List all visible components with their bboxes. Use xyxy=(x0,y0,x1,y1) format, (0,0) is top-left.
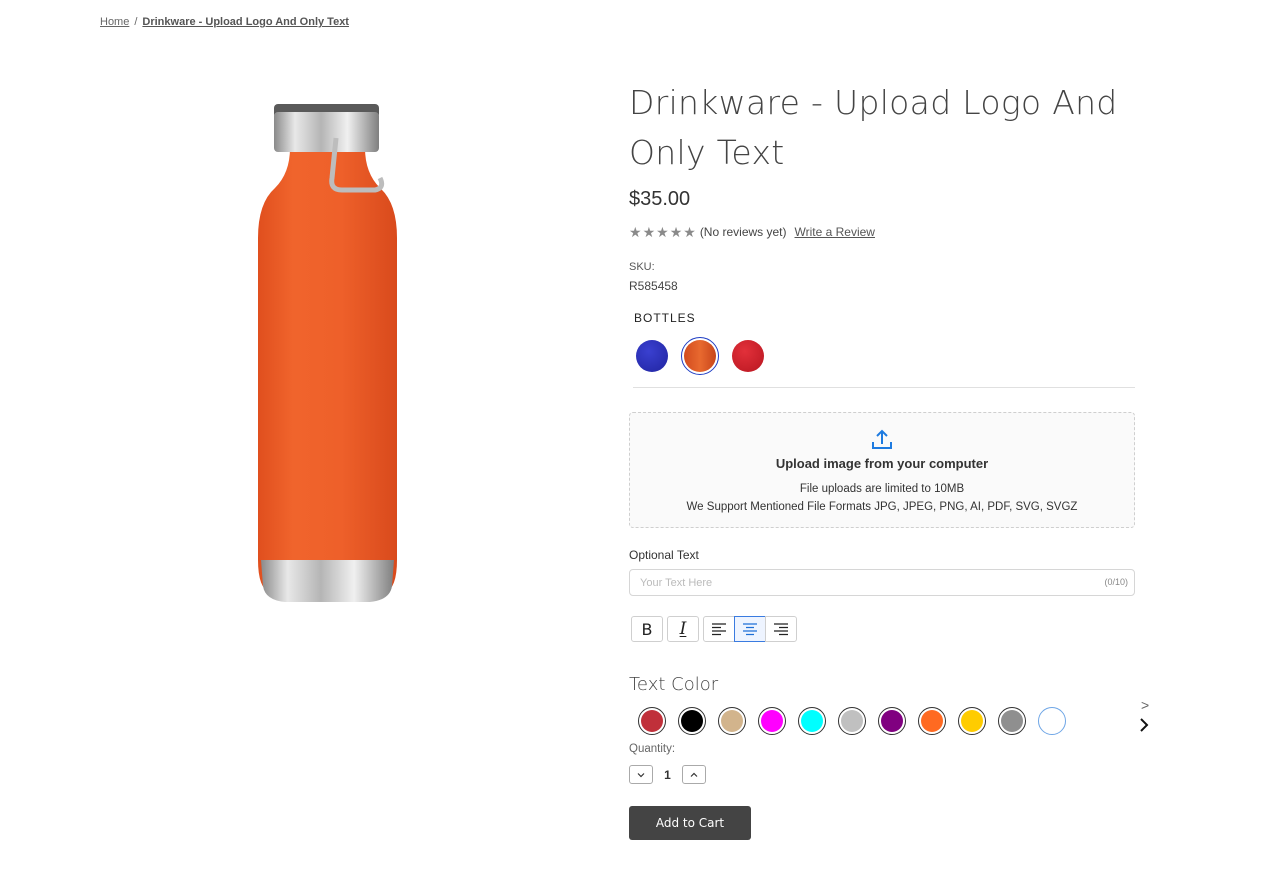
star-icon: ★ xyxy=(642,224,656,240)
next-colors-small-arrow[interactable]: > xyxy=(1141,697,1149,713)
product-details: Drinkware - Upload Logo And Only Text $3… xyxy=(629,78,1149,840)
optional-text-input[interactable] xyxy=(630,570,1134,595)
align-left-button[interactable] xyxy=(703,616,735,642)
optional-text-field: (0/10) xyxy=(629,569,1135,596)
rating: ★ ★ ★ ★ ★ (No reviews yet) Write a Revie… xyxy=(629,225,1135,239)
bottle-swatch-blue[interactable] xyxy=(633,337,671,375)
align-center-icon xyxy=(743,623,757,636)
upload-info: File uploads are limited to 10MB We Supp… xyxy=(630,480,1134,516)
text-color-swatch[interactable] xyxy=(758,707,786,735)
text-color-swatches: > xyxy=(638,697,1149,735)
chevron-up-icon xyxy=(690,772,698,777)
swatch-fill xyxy=(681,710,703,732)
star-icon: ★ xyxy=(683,224,696,240)
text-color-swatch[interactable] xyxy=(678,707,706,735)
swatch-fill xyxy=(761,710,783,732)
text-color-swatch[interactable] xyxy=(838,707,866,735)
breadcrumb-current-link[interactable]: Drinkware - Upload Logo And Only Text xyxy=(142,16,349,28)
upload-formats: We Support Mentioned File Formats JPG, J… xyxy=(686,501,1078,513)
add-to-cart-button[interactable]: Add to Cart xyxy=(629,806,751,840)
star-icon: ★ xyxy=(656,224,669,240)
swatch-fill xyxy=(801,710,823,732)
align-center-button[interactable] xyxy=(734,616,766,642)
swatch-fill xyxy=(1001,710,1023,732)
bottle-swatches xyxy=(633,337,1135,388)
swatch-fill xyxy=(1041,710,1063,732)
orange-bottle-image xyxy=(258,104,397,602)
swatch-fill xyxy=(841,710,863,732)
upload-limit: File uploads are limited to 10MB xyxy=(799,483,965,495)
swatch-fill xyxy=(961,710,983,732)
text-color-label: Text Color xyxy=(629,674,719,695)
quantity-decrease-button[interactable] xyxy=(629,765,653,784)
quantity-value[interactable]: 1 xyxy=(653,768,682,782)
star-icon: ★ xyxy=(629,224,642,240)
chevron-down-icon xyxy=(637,772,645,777)
upload-dropzone[interactable]: Upload image from your computer File upl… xyxy=(629,412,1135,528)
product-title: Drinkware - Upload Logo And Only Text xyxy=(629,83,1118,172)
text-color-swatch[interactable] xyxy=(1038,707,1066,735)
upload-title: Upload image from your computer xyxy=(775,456,989,471)
sku-value: R585458 xyxy=(629,279,678,293)
char-counter: (0/10) xyxy=(1104,577,1128,587)
bottle-swatch-red[interactable] xyxy=(729,337,767,375)
text-format-toolbar: B I xyxy=(631,616,1135,642)
star-icon: ★ xyxy=(669,224,683,240)
breadcrumb: Home / Drinkware - Upload Logo And Only … xyxy=(100,16,349,28)
write-review-link[interactable]: Write a Review xyxy=(795,225,875,239)
text-color-swatch[interactable] xyxy=(798,707,826,735)
breadcrumb-home-link[interactable]: Home xyxy=(100,16,129,28)
italic-icon: I xyxy=(679,619,687,639)
swatch-fill xyxy=(721,710,743,732)
bottles-label: BOTTLES xyxy=(634,311,696,325)
align-right-button[interactable] xyxy=(765,616,797,642)
text-color-swatch[interactable] xyxy=(638,707,666,735)
swatch-fill xyxy=(921,710,943,732)
swatch-fill xyxy=(881,710,903,732)
reviews-count: (No reviews yet) xyxy=(699,225,787,239)
quantity-increase-button[interactable] xyxy=(682,765,706,784)
text-color-swatch[interactable] xyxy=(998,707,1026,735)
text-color-swatch[interactable] xyxy=(718,707,746,735)
optional-text-label: Optional Text xyxy=(629,548,699,562)
bold-button[interactable]: B xyxy=(631,616,663,642)
align-left-icon xyxy=(712,623,726,636)
align-right-icon xyxy=(774,623,788,636)
quantity-label: Quantity: xyxy=(629,743,676,755)
rating-stars: ★ ★ ★ ★ ★ xyxy=(629,225,696,239)
bold-icon: B xyxy=(641,619,653,639)
text-color-swatch[interactable] xyxy=(958,707,986,735)
italic-button[interactable]: I xyxy=(667,616,699,642)
chevron-right-icon[interactable] xyxy=(1138,717,1150,733)
quantity-stepper: 1 xyxy=(629,765,1135,784)
align-group xyxy=(703,616,797,642)
breadcrumb-separator: / xyxy=(134,16,138,28)
product-price: $35.00 xyxy=(629,188,691,210)
upload-icon xyxy=(630,428,1134,452)
swatch-fill xyxy=(641,710,663,732)
text-color-swatch[interactable] xyxy=(918,707,946,735)
bottle-swatch-orange[interactable] xyxy=(681,337,719,375)
sku-label: SKU: xyxy=(629,261,655,273)
text-color-swatch[interactable] xyxy=(878,707,906,735)
